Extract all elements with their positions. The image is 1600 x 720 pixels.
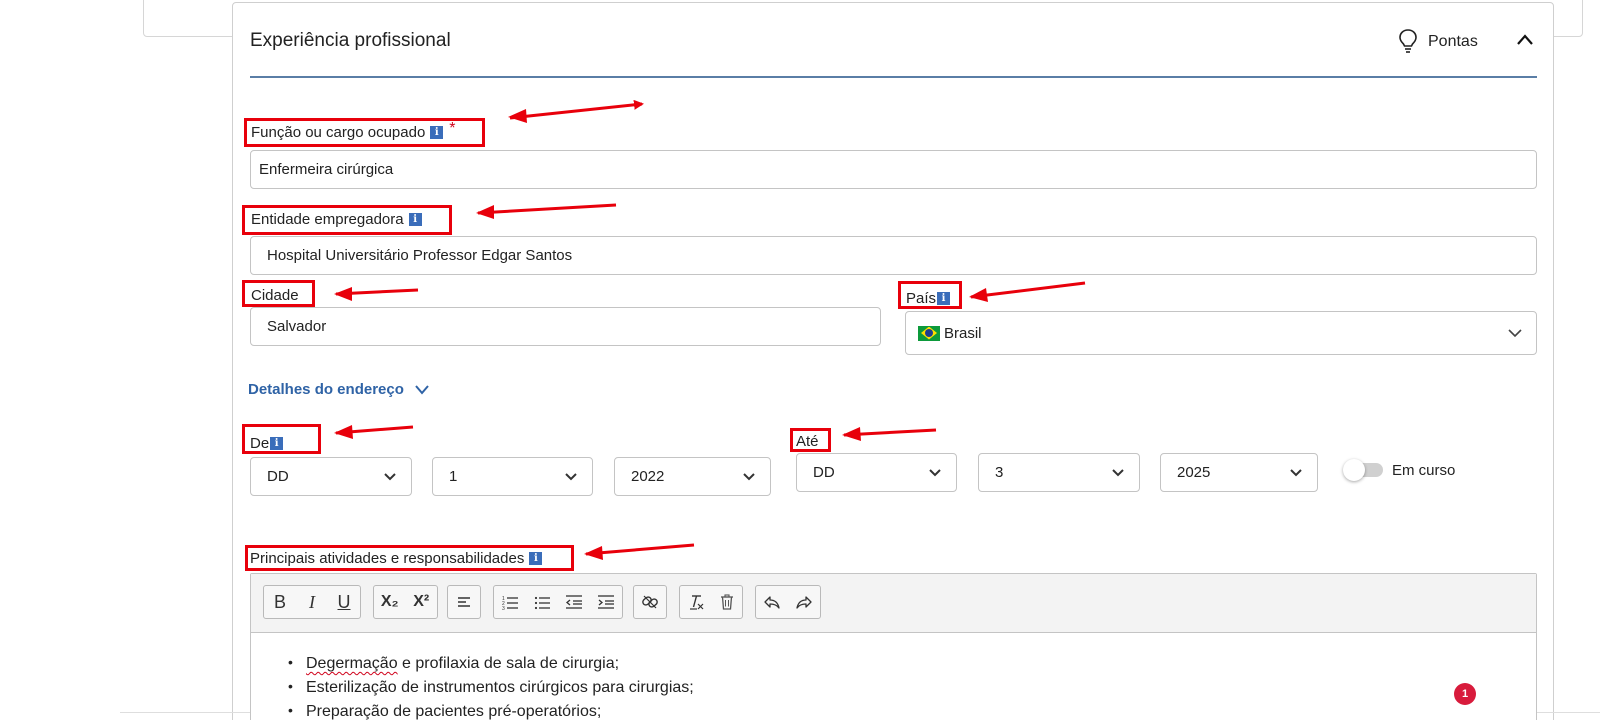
annotation-box-job-title <box>244 118 485 147</box>
activities-rich-text-editor[interactable]: B I U X₂ X² 123 • Degermação e profilaxi… <box>250 573 1537 720</box>
editor-content[interactable]: Degermação e profilaxia de sala de cirur… <box>288 650 694 720</box>
tips-link[interactable]: Pontas <box>1428 33 1478 51</box>
lightbulb-icon[interactable] <box>1397 28 1419 54</box>
toolbar-group-link <box>633 585 667 619</box>
ongoing-toggle[interactable] <box>1343 459 1383 481</box>
svg-text:3: 3 <box>502 606 505 611</box>
chevron-down-icon <box>1290 468 1302 476</box>
underline-button[interactable]: U <box>328 586 360 618</box>
annotation-box-employer <box>242 205 452 235</box>
chevron-down-icon <box>384 472 396 480</box>
city-input[interactable]: Salvador <box>250 307 881 346</box>
toolbar-group-lists: 123 <box>493 585 623 619</box>
chevron-down-icon <box>415 384 429 395</box>
superscript-button[interactable]: X² <box>406 586 438 618</box>
section-title: Experiência profissional <box>250 30 451 51</box>
link-icon <box>642 595 658 609</box>
toggle-knob <box>1343 459 1365 481</box>
indent-button[interactable] <box>590 586 622 618</box>
country-select[interactable]: Brasil <box>905 311 1537 355</box>
brazil-flag-icon <box>918 325 940 341</box>
job-title-input[interactable]: Enfermeira cirúrgica <box>250 150 1537 189</box>
ongoing-label: Em curso <box>1392 462 1456 479</box>
to-year-select[interactable]: 2025 <box>1160 453 1318 492</box>
annotation-box-country <box>898 281 962 309</box>
toolbar-group-script: X₂ X² <box>373 585 438 619</box>
toolbar-group-style: B I U <box>263 585 361 619</box>
clear-format-button[interactable] <box>680 586 711 618</box>
chevron-down-icon <box>929 468 941 476</box>
chevron-up-icon[interactable] <box>1515 30 1535 50</box>
italic-button[interactable]: I <box>296 586 328 618</box>
outdent-icon <box>565 595 582 609</box>
from-day-select[interactable]: DD <box>250 457 412 496</box>
chevron-down-icon <box>1112 468 1124 476</box>
chevron-down-icon <box>1508 329 1522 338</box>
from-month-select[interactable]: 1 <box>432 457 593 496</box>
annotation-box-city <box>242 280 315 307</box>
bullet-list-icon <box>534 596 550 610</box>
align-left-icon <box>458 597 470 607</box>
trash-icon <box>720 594 733 610</box>
annotation-box-activities <box>245 545 574 571</box>
bullet-list-button[interactable] <box>526 586 558 618</box>
toolbar-group-clear <box>679 585 743 619</box>
notification-badge[interactable]: 1 <box>1454 683 1476 705</box>
annotation-box-to <box>790 428 831 452</box>
to-month-select[interactable]: 3 <box>978 453 1140 492</box>
align-button[interactable] <box>448 586 480 618</box>
outdent-button[interactable] <box>558 586 590 618</box>
ordered-list-button[interactable]: 123 <box>494 586 526 618</box>
link-button[interactable] <box>634 586 666 618</box>
delete-button[interactable] <box>711 586 742 618</box>
from-year-select[interactable]: 2022 <box>614 457 771 496</box>
undo-icon <box>764 596 780 609</box>
spellcheck-word: Degermação <box>306 655 398 672</box>
toolbar-group-history <box>755 585 821 619</box>
chevron-down-icon <box>743 472 755 480</box>
list-item: Preparação de pacientes pré-operatórios; <box>288 698 694 720</box>
undo-button[interactable] <box>756 586 788 618</box>
list-item: Degermação e profilaxia de sala de cirur… <box>288 650 694 676</box>
to-day-select[interactable]: DD <box>796 453 957 492</box>
indent-icon <box>598 595 614 609</box>
section-title-rule <box>250 76 1537 78</box>
ordered-list-icon: 123 <box>502 596 518 611</box>
list-item: Esterilização de instrumentos cirúrgicos… <box>288 674 694 700</box>
redo-button[interactable] <box>788 586 820 618</box>
address-details-toggle[interactable]: Detalhes do endereço <box>248 381 430 398</box>
annotation-box-from <box>242 424 321 454</box>
redo-icon <box>796 596 812 609</box>
subscript-button[interactable]: X₂ <box>374 586 406 618</box>
employer-input[interactable]: Hospital Universitário Professor Edgar S… <box>250 236 1537 275</box>
bold-button[interactable]: B <box>264 586 296 618</box>
editor-toolbar: B I U X₂ X² 123 <box>251 574 1536 633</box>
toolbar-group-align <box>447 585 481 619</box>
chevron-down-icon <box>565 472 577 480</box>
clear-format-icon <box>689 595 703 610</box>
